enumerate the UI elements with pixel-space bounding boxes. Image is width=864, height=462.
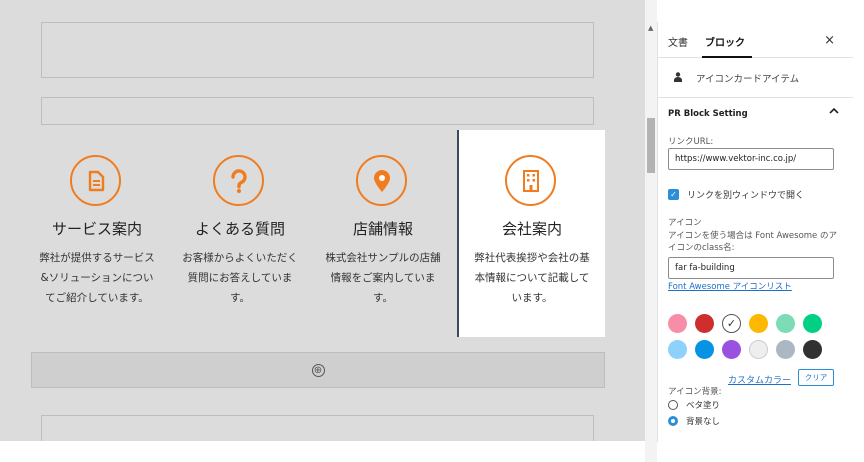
custom-color-link[interactable]: カスタムカラー [728,373,791,386]
block-card: アイコンカードアイテム [658,58,853,98]
pr-block-setting-toggle[interactable]: PR Block Setting [658,98,853,128]
new-window-checkbox[interactable]: ✓ [668,189,679,200]
color-swatch-blue[interactable] [695,340,714,359]
new-window-label: リンクを別ウィンドウで開く [687,191,805,201]
card-title: よくある質問 [194,220,285,238]
icon-help-text: イコンのclass名: [668,243,735,253]
icon-card-item[interactable]: サービス案内 弊社が提供するサービス &ソリューションについ てご紹介しています。 [22,130,172,335]
icon-card-item-selected[interactable]: 会社案内 弊社代表挨拶や会社の基 本情報について記載して います。 [457,130,605,337]
card-title: 店舗情報 [352,220,413,238]
icon-bg-option-solid[interactable]: ベタ塗り [668,399,720,411]
question-icon [213,155,264,206]
settings-sidebar: 文書 ブロック × アイコンカードアイテム PR Block Setting リ… [657,22,853,442]
tab-block[interactable]: ブロック [705,34,745,49]
clear-color-button[interactable]: クリア [798,369,834,386]
empty-block[interactable] [41,97,594,125]
add-block-icon: ⊕ [311,363,325,377]
new-window-checkbox-row[interactable]: ✓ リンクを別ウィンドウで開く [668,188,804,201]
tab-document[interactable]: 文書 [668,34,688,49]
panel-title: PR Block Setting [668,109,748,119]
card-description: 弊社が提供するサービス &ソリューションについ てご紹介しています。 [39,252,155,304]
link-url-input[interactable]: https://www.vektor-inc.co.jp/ [668,148,834,170]
scroll-up-icon[interactable]: ▲ [648,24,653,32]
card-title: サービス案内 [51,220,142,238]
color-swatch-amber[interactable] [749,314,768,333]
color-swatch-red[interactable] [695,314,714,333]
close-icon[interactable]: × [824,33,835,48]
icon-label: アイコン [668,218,702,228]
color-swatch-white-selected[interactable]: ✓ [722,314,741,333]
font-awesome-icon-list-link[interactable]: Font Awesome アイコンリスト [668,280,792,292]
person-icon [674,72,682,82]
link-url-label: リンクURL: [668,137,714,147]
color-swatch-green[interactable] [803,314,822,333]
map-pin-icon [356,155,407,206]
block-name: アイコンカードアイテム [696,74,800,85]
editor-scrollbar[interactable]: ▲ [645,0,657,462]
color-swatch-purple[interactable] [722,340,741,359]
check-icon: ✓ [726,317,737,330]
color-swatch-light-gray[interactable] [749,340,768,359]
icon-class-input[interactable]: far fa-building [668,257,834,279]
chevron-up-icon [829,107,839,114]
card-description: 弊社代表挨拶や会社の基 本情報について記載して います。 [474,252,590,304]
add-block-button[interactable]: ⊕ [31,352,605,388]
icon-help-text: アイコンを使う場合は Font Awesome のア [668,231,837,241]
card-description: 株式会社サンプルの店舗 情報をご案内していま す。 [325,252,441,304]
sidebar-tabs: 文書 ブロック × [658,22,853,58]
radio-label: ベタ塗り [686,401,721,411]
document-icon [70,155,121,206]
scrollbar-thumb[interactable] [647,118,655,173]
icon-card-item[interactable]: よくある質問 お客様からよくいただく 質問にお答えしていま す。 [165,130,315,335]
radio-label: 背景なし [686,417,721,427]
color-swatch-pale-pink[interactable] [668,314,687,333]
color-swatch-black[interactable] [803,340,822,359]
canvas-footer [0,441,645,462]
building-icon [505,155,556,206]
icon-card-item[interactable]: 店舗情報 株式会社サンプルの店舗 情報をご案内していま す。 [308,130,458,335]
card-title: 会社案内 [501,220,562,238]
icon-bg-option-none[interactable]: 背景なし [668,415,720,427]
icon-card-row: サービス案内 弊社が提供するサービス &ソリューションについ てご紹介しています。 … [0,130,610,340]
color-swatch-pale-blue[interactable] [668,340,687,359]
radio-button[interactable] [668,400,678,410]
empty-block-top[interactable] [41,22,594,78]
card-description: お客様からよくいただく 質問にお答えしていま す。 [182,252,298,304]
editor-canvas[interactable]: サービス案内 弊社が提供するサービス &ソリューションについ てご紹介しています。 … [0,0,645,462]
color-swatch-gray[interactable] [776,340,795,359]
radio-button-selected[interactable] [668,416,678,426]
color-swatch-light-green[interactable] [776,314,795,333]
icon-bg-label: アイコン背景: [668,387,722,397]
